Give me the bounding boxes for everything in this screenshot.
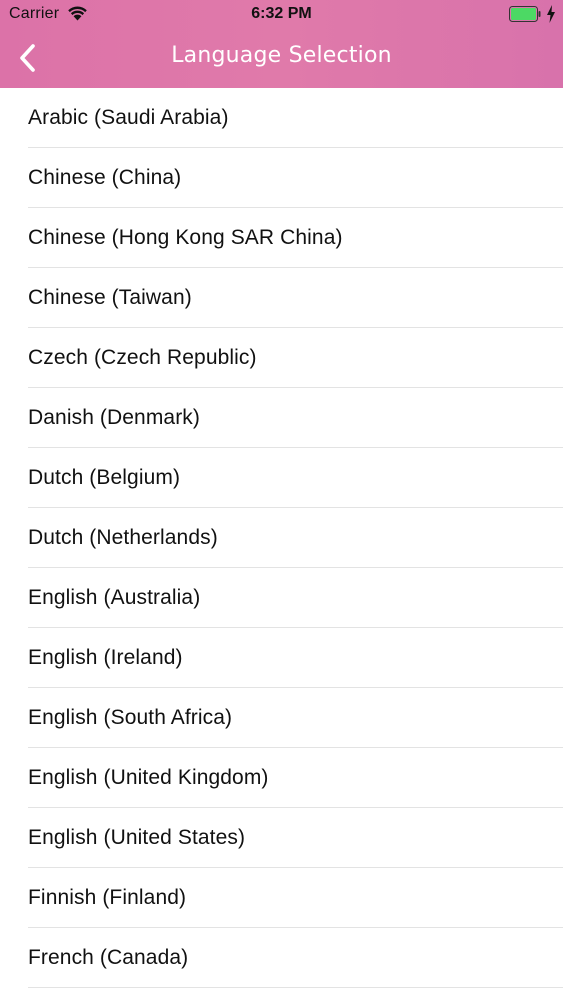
charging-bolt-icon bbox=[547, 5, 555, 23]
list-item[interactable]: Dutch (Belgium) bbox=[28, 448, 563, 508]
list-item[interactable]: Czech (Czech Republic) bbox=[28, 328, 563, 388]
list-item[interactable]: Chinese (Taiwan) bbox=[28, 268, 563, 328]
list-item[interactable]: Arabic (Saudi Arabia) bbox=[28, 88, 563, 148]
list-item[interactable]: Finnish (Finland) bbox=[28, 868, 563, 928]
language-label: English (United Kingdom) bbox=[28, 765, 269, 789]
page-title: Language Selection bbox=[171, 43, 392, 68]
status-time: 6:32 PM bbox=[251, 5, 312, 22]
list-item[interactable]: Dutch (Netherlands) bbox=[28, 508, 563, 568]
list-item[interactable]: Chinese (China) bbox=[28, 148, 563, 208]
list-item[interactable]: Danish (Denmark) bbox=[28, 388, 563, 448]
language-label: Danish (Denmark) bbox=[28, 405, 200, 429]
list-item[interactable]: French (Canada) bbox=[28, 928, 563, 988]
list-item[interactable]: English (Australia) bbox=[28, 568, 563, 628]
battery-icon bbox=[509, 6, 541, 22]
language-label: Chinese (Hong Kong SAR China) bbox=[28, 225, 343, 249]
language-label: Finnish (Finland) bbox=[28, 885, 187, 909]
language-label: Dutch (Netherlands) bbox=[28, 525, 218, 549]
language-label: Chinese (Taiwan) bbox=[28, 285, 192, 309]
language-list: Arabic (Saudi Arabia) Chinese (China) Ch… bbox=[0, 88, 563, 988]
language-label: English (Australia) bbox=[28, 585, 201, 609]
language-label: Arabic (Saudi Arabia) bbox=[28, 105, 229, 129]
list-item[interactable]: English (United Kingdom) bbox=[28, 748, 563, 808]
language-label: Chinese (China) bbox=[28, 165, 182, 189]
language-label: English (United States) bbox=[28, 825, 246, 849]
navigation-bar: Language Selection bbox=[0, 30, 563, 88]
status-bar: Carrier 6:32 PM bbox=[0, 0, 563, 30]
language-label: Dutch (Belgium) bbox=[28, 465, 181, 489]
language-label: English (South Africa) bbox=[28, 705, 233, 729]
language-label: French (Canada) bbox=[28, 945, 189, 969]
language-label: English (Ireland) bbox=[28, 645, 183, 669]
list-item[interactable]: Chinese (Hong Kong SAR China) bbox=[28, 208, 563, 268]
list-item[interactable]: English (Ireland) bbox=[28, 628, 563, 688]
list-item[interactable]: English (South Africa) bbox=[28, 688, 563, 748]
header: Carrier 6:32 PM Language Selection bbox=[0, 0, 563, 88]
list-item[interactable]: English (United States) bbox=[28, 808, 563, 868]
language-label: Czech (Czech Republic) bbox=[28, 345, 257, 369]
